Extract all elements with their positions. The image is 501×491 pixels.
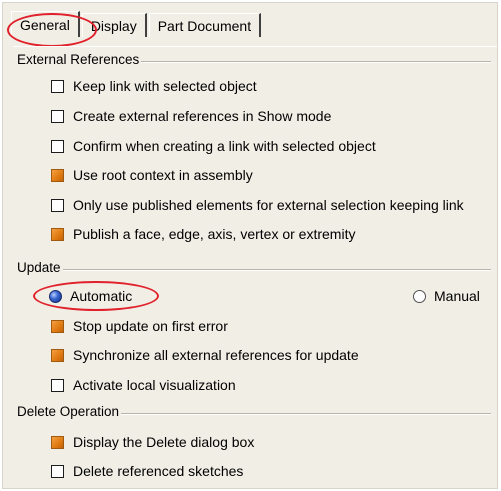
update-group-title: Update bbox=[17, 260, 63, 275]
delete-referenced-sketches-checkbox[interactable] bbox=[51, 464, 64, 478]
activate-local-visualization-checkbox[interactable] bbox=[51, 378, 64, 392]
activate-local-visualization-option[interactable]: Activate local visualization bbox=[51, 376, 236, 394]
automatic-radio[interactable] bbox=[49, 289, 62, 303]
use-root-context-checkbox[interactable] bbox=[51, 168, 64, 182]
publish-face-label: Publish a face, edge, axis, vertex or ex… bbox=[73, 226, 356, 242]
options-panel: General Display Part Document External R… bbox=[2, 2, 498, 489]
tab-content-divider bbox=[13, 46, 497, 49]
stop-update-option[interactable]: Stop update on first error bbox=[51, 317, 228, 335]
keep-link-checkbox[interactable] bbox=[51, 79, 64, 93]
tab-bar: General Display Part Document bbox=[11, 11, 263, 37]
automatic-label: Automatic bbox=[70, 288, 133, 304]
automatic-update-option[interactable]: Automatic bbox=[49, 287, 132, 305]
delete-operation-group-title: Delete Operation bbox=[17, 404, 122, 419]
synchronize-references-label: Synchronize all external references for … bbox=[73, 347, 359, 363]
delete-referenced-sketches-option[interactable]: Delete referenced sketches bbox=[51, 462, 243, 480]
confirm-link-option[interactable]: Confirm when creating a link with select… bbox=[51, 137, 376, 155]
use-root-context-option[interactable]: Use root context in assembly bbox=[51, 166, 253, 184]
only-published-elements-option[interactable]: Only use published elements for external… bbox=[51, 196, 464, 214]
confirm-link-checkbox[interactable] bbox=[51, 139, 64, 153]
create-external-references-option[interactable]: Create external references in Show mode bbox=[51, 107, 331, 125]
synchronize-references-checkbox[interactable] bbox=[51, 348, 64, 362]
display-delete-dialog-label: Display the Delete dialog box bbox=[73, 434, 255, 450]
confirm-link-label: Confirm when creating a link with select… bbox=[73, 138, 376, 154]
only-published-elements-checkbox[interactable] bbox=[51, 198, 64, 212]
publish-face-option[interactable]: Publish a face, edge, axis, vertex or ex… bbox=[51, 225, 355, 243]
synchronize-references-option[interactable]: Synchronize all external references for … bbox=[51, 346, 359, 364]
stop-update-checkbox[interactable] bbox=[51, 319, 64, 333]
use-root-context-label: Use root context in assembly bbox=[73, 167, 253, 183]
only-published-elements-label: Only use published elements for external… bbox=[73, 197, 464, 213]
keep-link-option[interactable]: Keep link with selected object bbox=[51, 77, 257, 95]
manual-update-option[interactable]: Manual bbox=[413, 287, 480, 305]
manual-radio[interactable] bbox=[413, 289, 426, 303]
delete-referenced-sketches-label: Delete referenced sketches bbox=[73, 463, 244, 479]
tab-display-label: Display bbox=[90, 17, 137, 34]
tab-display[interactable]: Display bbox=[81, 13, 147, 37]
tab-general-label: General bbox=[20, 16, 70, 33]
create-external-references-checkbox[interactable] bbox=[51, 109, 64, 123]
publish-face-checkbox[interactable] bbox=[51, 227, 64, 241]
activate-local-visualization-label: Activate local visualization bbox=[73, 377, 236, 393]
external-references-group-title: External References bbox=[17, 52, 142, 67]
display-delete-dialog-option[interactable]: Display the Delete dialog box bbox=[51, 433, 254, 451]
tab-part-document-label: Part Document bbox=[157, 17, 252, 34]
manual-label: Manual bbox=[434, 288, 480, 304]
tab-part-document[interactable]: Part Document bbox=[148, 13, 262, 37]
stop-update-label: Stop update on first error bbox=[73, 318, 228, 334]
keep-link-label: Keep link with selected object bbox=[73, 78, 257, 94]
update-group-border bbox=[17, 269, 491, 271]
create-external-references-label: Create external references in Show mode bbox=[73, 108, 332, 124]
display-delete-dialog-checkbox[interactable] bbox=[51, 435, 64, 449]
tab-general[interactable]: General bbox=[11, 11, 80, 37]
